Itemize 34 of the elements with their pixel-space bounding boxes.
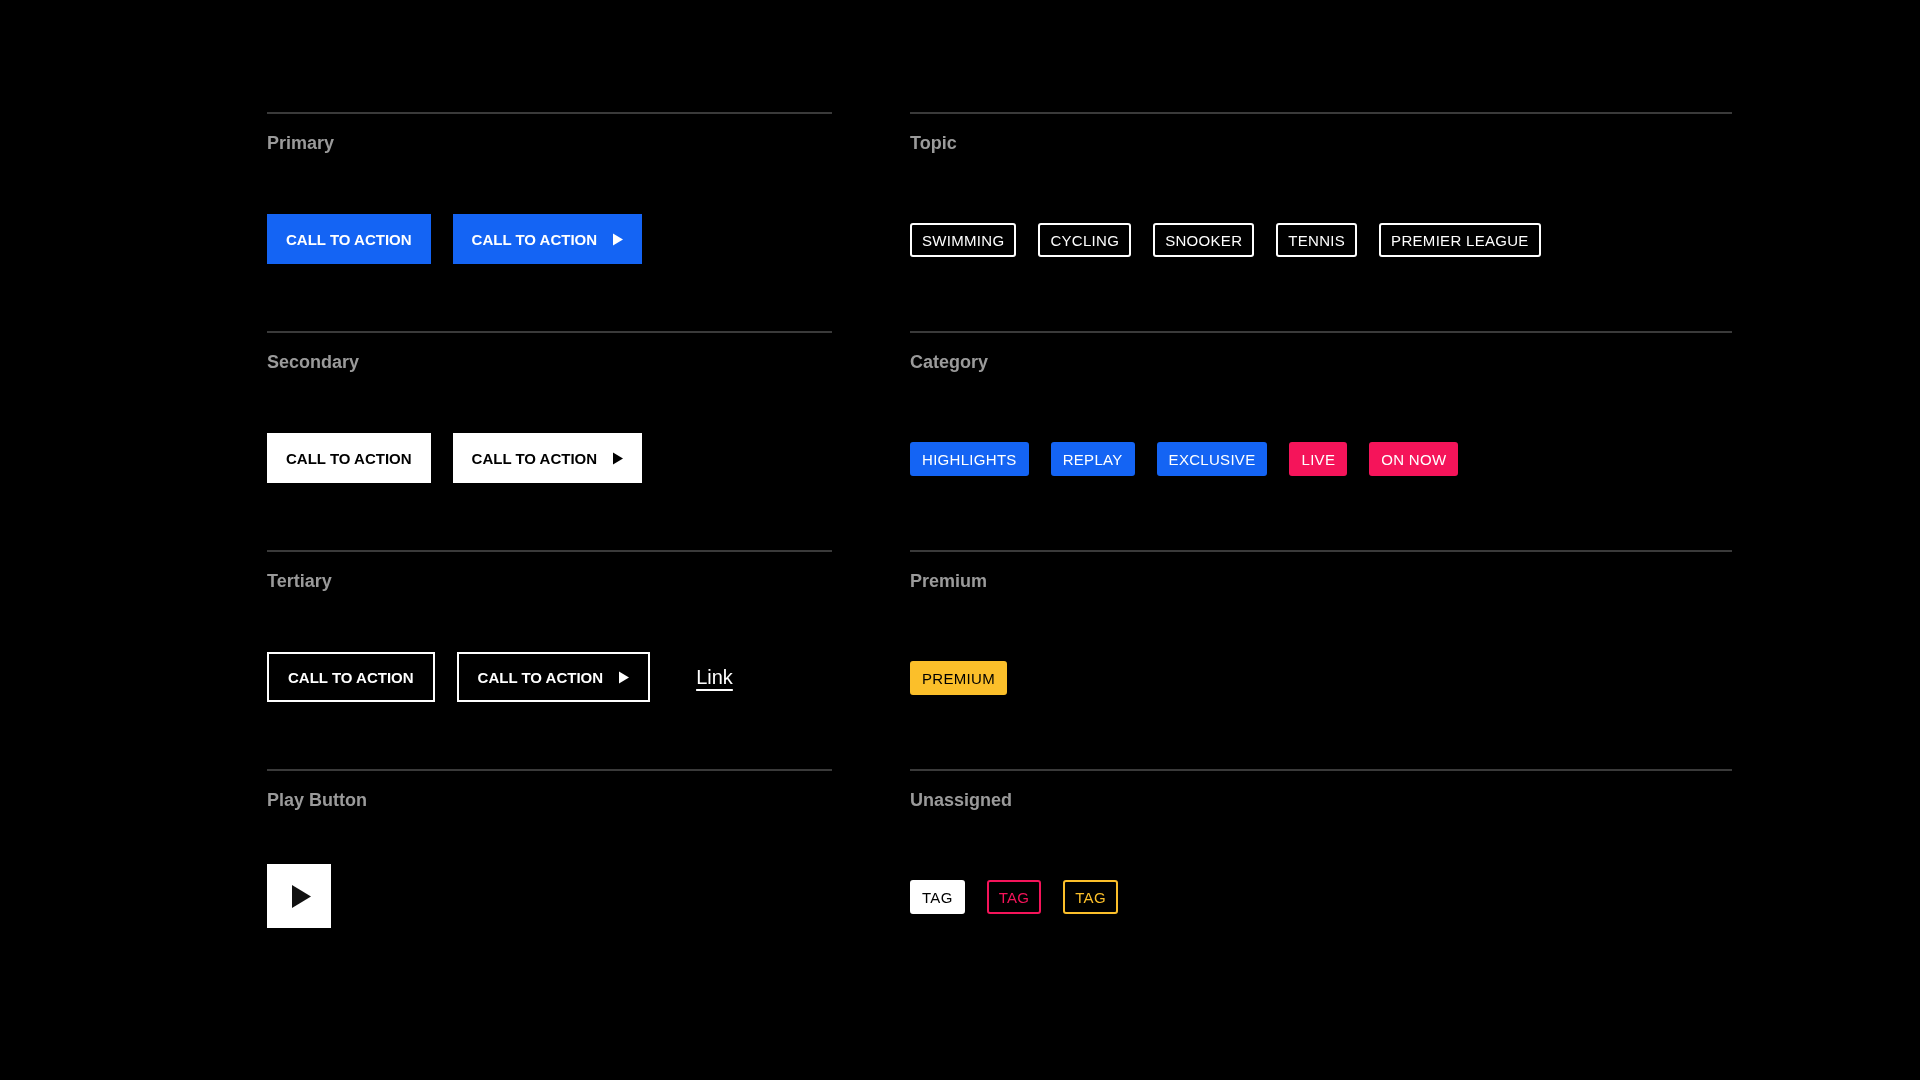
tag: TENNIS (1276, 223, 1358, 257)
tag: SNOOKER (1153, 223, 1255, 257)
call-to-action-button[interactable]: CALL TO ACTION (267, 433, 431, 483)
tag: PREMIUM (910, 661, 1007, 695)
section-heading: Primary (267, 132, 335, 154)
tag: TAG (1063, 880, 1118, 914)
tag: LIVE (1289, 442, 1348, 476)
tag: REPLAY (1050, 442, 1135, 476)
call-to-action-button[interactable]: CALL TO ACTION (267, 214, 431, 264)
section-heading: Premium (910, 570, 988, 592)
play-icon (613, 232, 624, 246)
section-heading: Play Button (267, 789, 367, 811)
section-heading: Unassigned (910, 789, 1013, 811)
section-heading: Category (910, 351, 989, 373)
section-heading: Topic (910, 132, 957, 154)
play-icon (619, 670, 630, 684)
section-heading: Tertiary (267, 570, 332, 592)
call-to-action-button[interactable]: CALL TO ACTION (456, 652, 651, 702)
section-heading: Secondary (267, 351, 360, 373)
call-to-action-button[interactable]: CALL TO ACTION (267, 652, 435, 702)
call-to-action-button[interactable]: CALL TO ACTION (452, 433, 643, 483)
link[interactable]: Link (696, 665, 733, 689)
tag: CYCLING (1038, 223, 1132, 257)
tag: EXCLUSIVE (1156, 442, 1268, 476)
tag: PREMIER LEAGUE (1379, 223, 1541, 257)
tag: TAG (986, 880, 1042, 914)
tag: HIGHLIGHTS (910, 442, 1029, 476)
play-icon (613, 451, 624, 465)
play-icon (291, 884, 311, 908)
tag: TAG (910, 880, 965, 914)
play-button[interactable] (267, 864, 331, 928)
call-to-action-button[interactable]: CALL TO ACTION (452, 214, 643, 264)
tag: SWIMMING (910, 223, 1017, 257)
tag: ON NOW (1369, 442, 1459, 476)
